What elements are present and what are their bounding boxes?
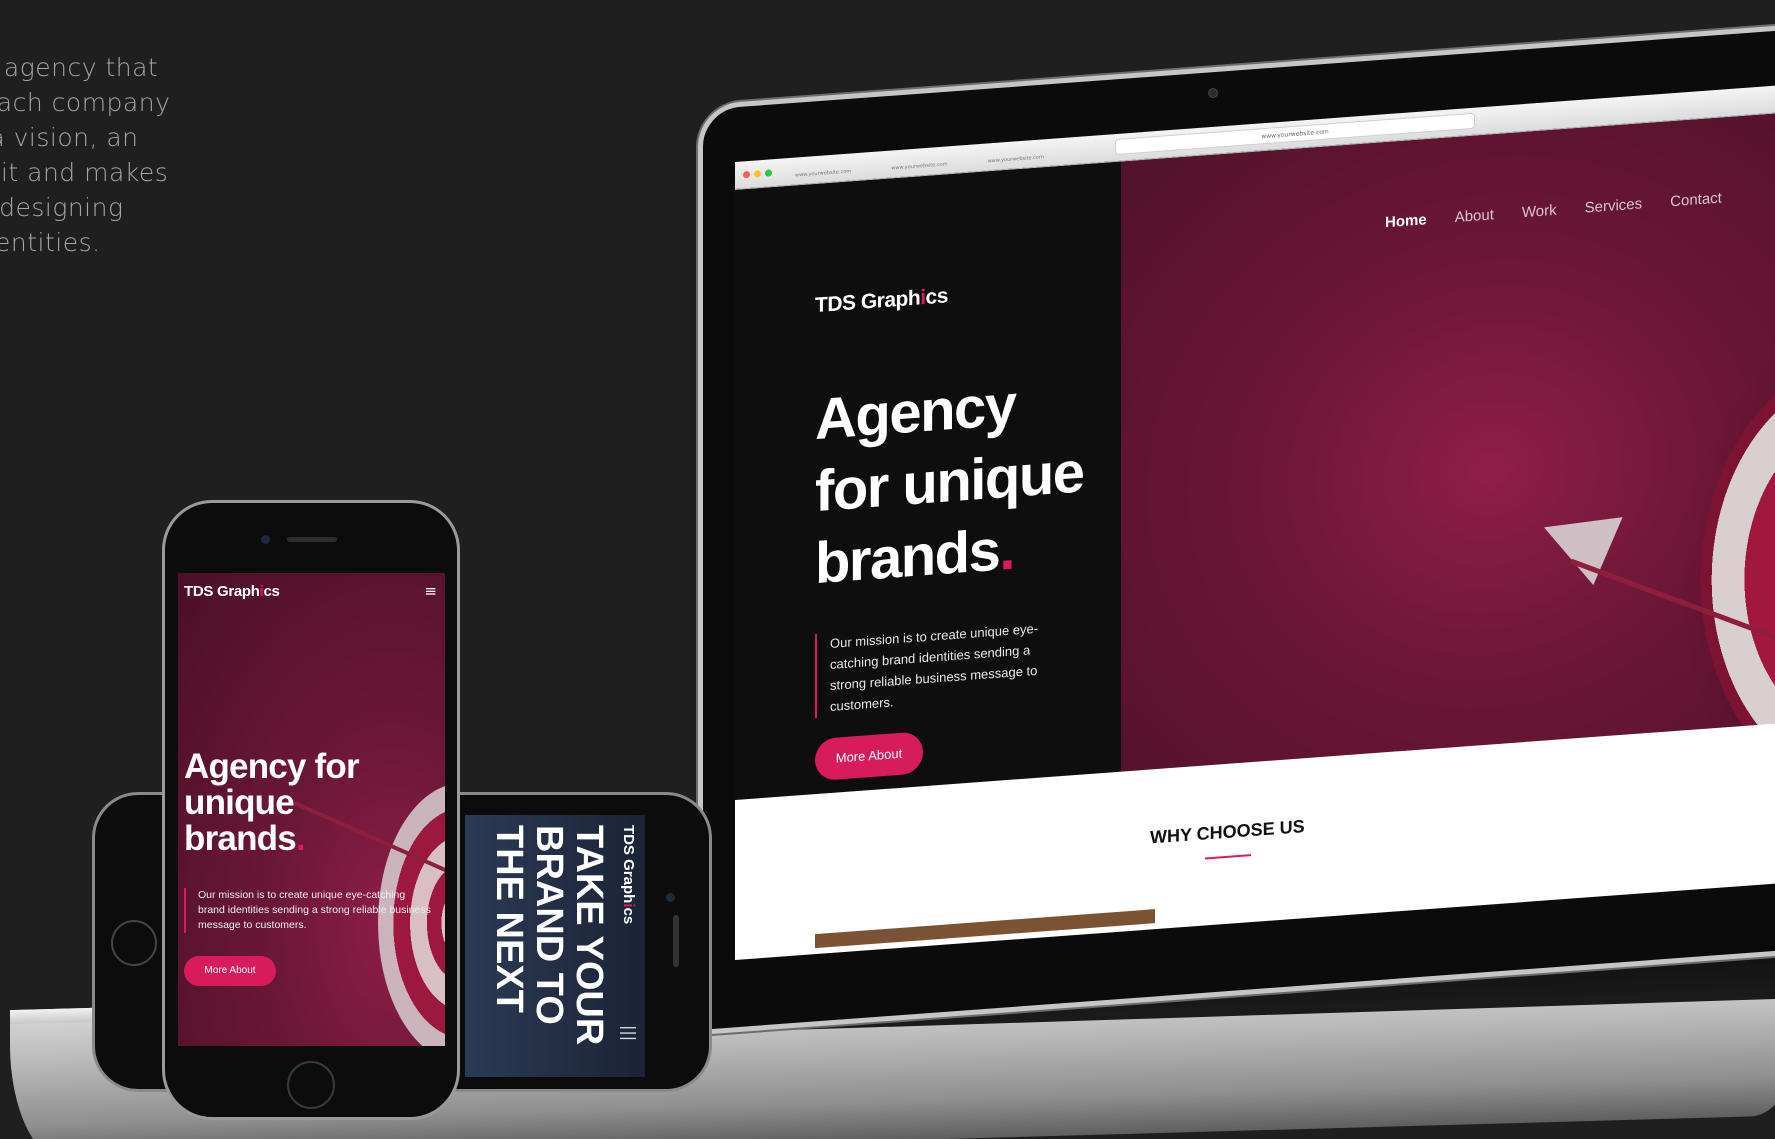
intro-text: eting agency that hat each company ure, … xyxy=(0,50,250,260)
nav-work[interactable]: Work xyxy=(1522,202,1557,222)
intro-line: hat each company xyxy=(0,88,171,117)
website: TDS Graphics Home About Work Services Co… xyxy=(735,112,1775,961)
arrow-fletching xyxy=(1529,493,1623,586)
camera-icon xyxy=(666,893,675,902)
mission-text: Our mission is to create unique eye-catc… xyxy=(815,616,1055,719)
home-button-icon xyxy=(111,920,157,966)
intro-line: nd identities. xyxy=(0,228,101,257)
browser-tab[interactable]: www.yourwebsite.com xyxy=(891,161,947,171)
more-about-button[interactable]: More About xyxy=(815,731,923,782)
earpiece xyxy=(673,915,679,967)
intro-line: fines it and makes xyxy=(0,158,169,187)
portrait-phone-screen: TDS Graphics ≡ Agency for unique brands.… xyxy=(178,573,445,1046)
landscape-phone-screen: TDS Graphics ||| TAKE YOUR BRAND TO THE … xyxy=(465,815,645,1077)
portrait-phone: TDS Graphics ≡ Agency for unique brands.… xyxy=(162,500,460,1120)
minimize-window-icon[interactable] xyxy=(754,170,761,178)
hamburger-menu-icon[interactable]: ≡ xyxy=(424,582,437,600)
heading-underline xyxy=(1205,854,1251,860)
intro-line: ure, a vision, an xyxy=(0,123,139,152)
camera-icon xyxy=(261,535,270,544)
browser-tab[interactable]: www.yourwebsite.com xyxy=(988,154,1044,164)
speaker-grille xyxy=(287,537,337,542)
browser-tab[interactable]: www.yourwebsite.com xyxy=(795,168,851,178)
landscape-headline: TAKE YOUR BRAND TO THE NEXT xyxy=(488,825,610,1046)
why-choose-us-heading: WHY CHOOSE US xyxy=(1150,816,1305,848)
mobile-hero-title: Agency for unique brands. xyxy=(184,747,360,858)
window-controls[interactable] xyxy=(743,169,772,179)
nav-about[interactable]: About xyxy=(1455,206,1494,226)
nav-home[interactable]: Home xyxy=(1385,211,1427,231)
landscape-logo[interactable]: TDS Graphics xyxy=(620,825,637,924)
mobile-logo[interactable]: TDS Graphics xyxy=(184,583,280,600)
laptop-screen: www.yourwebsite.com www.yourwebsite.com … xyxy=(735,22,1775,961)
landscape-content: TDS Graphics ||| TAKE YOUR BRAND TO THE … xyxy=(465,815,645,1077)
menu-icon[interactable]: ||| xyxy=(620,1025,639,1041)
maximize-window-icon[interactable] xyxy=(765,169,772,177)
intro-line: n for designing xyxy=(0,193,124,222)
home-button-icon xyxy=(287,1061,335,1109)
mobile-more-about-button[interactable]: More About xyxy=(184,956,276,986)
hero-title: Agency for unique brands. xyxy=(815,372,1084,597)
close-window-icon[interactable] xyxy=(743,170,750,179)
mobile-mission-text: Our mission is to create unique eye-catc… xyxy=(184,888,434,933)
intro-line: eting agency that xyxy=(0,53,159,82)
